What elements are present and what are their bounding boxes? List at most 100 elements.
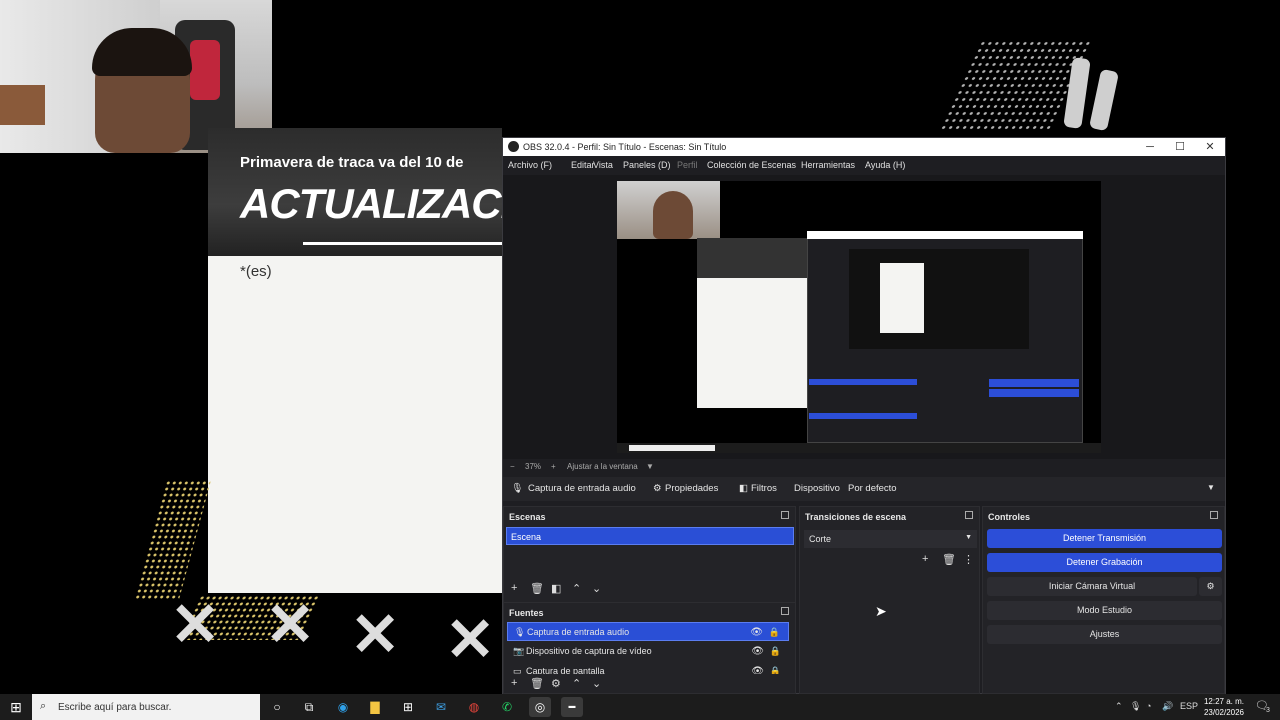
menu-editar[interactable]: Editar <box>571 160 595 170</box>
undock-icon[interactable] <box>1210 511 1218 519</box>
file-explorer-icon[interactable]: ▇ <box>364 697 386 717</box>
menu-perfil[interactable]: Perfil <box>677 160 698 170</box>
app-taskbar-icon[interactable]: ▬ <box>561 697 583 717</box>
preview-area[interactable] <box>503 175 1225 459</box>
source-row[interactable]: 🎙 Captura de entrada audio 👁 🔒 <box>507 622 789 641</box>
eye-icon[interactable]: 👁 <box>751 662 764 674</box>
trash-icon[interactable]: 🗑 <box>942 553 956 566</box>
obs-logo-icon <box>508 141 519 152</box>
clock-time: 12:27 a. m. <box>1203 697 1244 706</box>
whatsapp-icon[interactable]: ✆ <box>496 697 518 717</box>
source-label: Captura de pantalla <box>526 666 605 674</box>
decor-x: ✕ <box>170 591 221 658</box>
chevron-up-icon[interactable]: ⌃ <box>572 677 581 690</box>
edge-icon[interactable]: ◉ <box>332 697 354 717</box>
lock-icon[interactable]: 🔒 <box>770 642 781 661</box>
transition-select[interactable]: Corte ▼ <box>804 530 977 548</box>
zoom-in-button[interactable]: + <box>551 462 556 471</box>
chrome-icon[interactable]: ◍ <box>463 697 485 717</box>
program-preview[interactable] <box>617 181 1101 453</box>
chevron-down-icon[interactable]: ▼ <box>646 462 654 471</box>
microphone-icon: 🎙 <box>514 627 526 637</box>
source-label: Captura de entrada audio <box>527 627 630 637</box>
mail-icon[interactable]: ✉ <box>430 697 452 717</box>
title-bar[interactable]: OBS 32.0.4 - Perfil: Sin Título - Escena… <box>503 138 1225 156</box>
trash-icon[interactable]: 🗑 <box>530 677 544 690</box>
menu-archivo[interactable]: Archivo (F) <box>508 160 552 170</box>
undock-icon[interactable] <box>781 511 789 519</box>
store-icon[interactable]: ⊞ <box>397 697 419 717</box>
sources-title: Fuentes <box>509 608 544 618</box>
windows-start-icon[interactable]: ⊞ <box>0 694 32 720</box>
window-title: OBS 32.0.4 - Perfil: Sin Título - Escena… <box>523 142 727 152</box>
menu-vista[interactable]: Vista <box>593 160 613 170</box>
doc-title: Primavera de traca va del 10 de <box>240 154 464 171</box>
transitions-panel: Transiciones de escena Corte ▼ + 🗑 ⋮ <box>799 506 980 694</box>
settings-button[interactable]: Ajustes <box>987 625 1222 644</box>
gear-icon: ⚙ <box>653 483 662 494</box>
zoom-out-button[interactable]: − <box>510 462 515 471</box>
source-row[interactable]: 📷 Dispositivo de captura de vídeo 👁 🔒 <box>507 642 789 661</box>
scene-item[interactable]: Escena <box>506 527 794 545</box>
chevron-up-icon[interactable]: ⌃ <box>572 582 581 595</box>
add-icon[interactable]: + <box>922 553 928 565</box>
lock-icon[interactable]: 🔒 <box>770 662 781 674</box>
properties-button[interactable]: Propiedades <box>665 483 718 494</box>
clock[interactable]: 12:27 a. m. 23/02/2026 <box>1200 696 1244 718</box>
close-icon[interactable]: ✕ <box>1195 139 1225 155</box>
eye-icon[interactable]: 👁 <box>750 623 763 642</box>
wifi-icon[interactable]: ◔ <box>1146 701 1151 711</box>
undock-icon[interactable] <box>965 511 973 519</box>
source-toolbar: 🎙 Captura de entrada audio ⚙ Propiedades… <box>503 477 1225 501</box>
device-select[interactable]: Por defecto <box>848 483 897 494</box>
add-icon[interactable]: + <box>511 677 517 689</box>
obs-taskbar-icon[interactable]: ◎ <box>529 697 551 717</box>
camera-icon: 📷 <box>513 646 525 656</box>
taskbar-search[interactable]: ⌕ Escribe aquí para buscar. <box>32 694 260 720</box>
lock-icon[interactable]: 🔒 <box>769 623 780 642</box>
minimize-icon[interactable]: ─ <box>1135 139 1165 155</box>
gear-icon[interactable]: ⚙ <box>1199 577 1222 596</box>
system-tray: ⌃ 🎙 ◔ 🔊 ESP 🗨 3 <box>1110 694 1280 720</box>
search-icon: ⌕ <box>40 700 47 712</box>
maximize-icon[interactable]: ☐ <box>1165 139 1195 155</box>
chevron-up-icon[interactable]: ⌃ <box>1115 701 1123 712</box>
microphone-icon[interactable]: 🎙 <box>1130 701 1141 712</box>
gear-icon[interactable]: ⚙ <box>551 677 561 690</box>
filter-icon[interactable]: ◧ <box>551 582 561 595</box>
volume-icon[interactable]: 🔊 <box>1162 701 1173 712</box>
trash-icon[interactable]: 🗑 <box>530 582 544 595</box>
menu-coleccion[interactable]: Colección de Escenas <box>707 160 796 170</box>
language-indicator[interactable]: ESP <box>1180 701 1198 711</box>
cortana-icon[interactable]: ○ <box>266 697 288 717</box>
eye-icon[interactable]: 👁 <box>751 642 764 661</box>
stop-stream-button[interactable]: Detener Transmisión <box>987 529 1222 548</box>
task-view-icon[interactable]: ⧉ <box>298 697 320 717</box>
more-icon[interactable]: ⋮ <box>963 553 974 566</box>
stop-record-button[interactable]: Detener Grabación <box>987 553 1222 572</box>
transitions-title: Transiciones de escena <box>805 512 907 522</box>
virtual-camera-button[interactable]: Iniciar Cámara Virtual <box>987 577 1197 596</box>
menu-herramientas[interactable]: Herramientas <box>801 160 855 170</box>
chevron-down-icon: ▼ <box>965 534 972 541</box>
source-row[interactable]: ▭ Captura de pantalla 👁 🔒 <box>507 662 789 674</box>
transition-value: Corte <box>809 534 832 544</box>
obs-window: OBS 32.0.4 - Perfil: Sin Título - Escena… <box>502 137 1226 694</box>
menu-ayuda[interactable]: Ayuda (H) <box>865 160 905 170</box>
add-icon[interactable]: + <box>511 582 517 594</box>
undock-icon[interactable] <box>781 607 789 615</box>
scenes-panel: Escenas Escena + 🗑 ◧ ⌃ ⌄ <box>503 506 796 603</box>
controls-panel: Controles Detener Transmisión Detener Gr… <box>982 506 1225 694</box>
clock-date: 23/02/2026 <box>1203 708 1244 717</box>
doc-heading: ACTUALIZACION <box>240 180 502 227</box>
search-placeholder: Escribe aquí para buscar. <box>58 702 172 713</box>
fit-window-dropdown[interactable]: Ajustar a la ventana <box>567 462 638 471</box>
chevron-down-icon[interactable]: ⌄ <box>592 677 601 690</box>
studio-mode-button[interactable]: Modo Estudio <box>987 601 1222 620</box>
chevron-down-icon[interactable]: ▼ <box>1207 483 1215 492</box>
chevron-down-icon[interactable]: ⌄ <box>592 582 601 595</box>
menu-paneles[interactable]: Paneles (D) <box>623 160 671 170</box>
selected-source-label: Captura de entrada audio <box>528 483 636 494</box>
filters-button[interactable]: Filtros <box>751 483 777 494</box>
zoom-value: 37% <box>525 462 542 471</box>
